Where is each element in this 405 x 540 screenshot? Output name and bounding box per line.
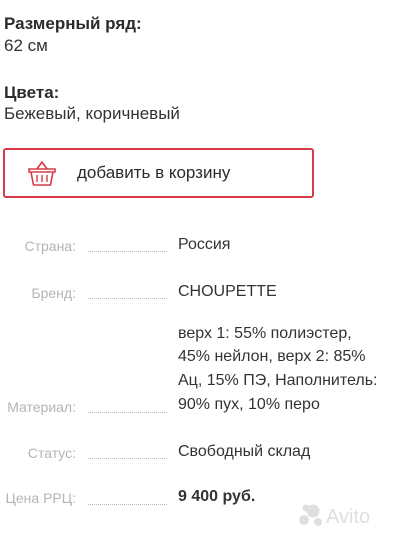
spec-dots [88,412,167,413]
spec-value-price: 9 400 руб. [178,488,256,505]
colors-label: Цвета: [4,83,60,102]
size-value: 62 см [4,36,48,55]
colors-value: Бежевый, коричневый [4,104,180,123]
spec-label-brand: Бренд: [31,285,76,301]
spec-value-country: Россия [178,236,231,253]
size-label: Размерный ряд: [4,14,142,33]
avito-watermark: Avito [299,504,370,528]
add-to-cart-button[interactable]: добавить в корзину [3,148,314,198]
spec-value-brand: CHOUPETTE [178,283,277,300]
spec-dots [88,504,167,505]
spec-dots [88,251,167,252]
spec-label-country: Страна: [24,238,76,254]
spec-dots [88,458,167,459]
spec-value-material-line-1: верх 1: 55% полиэстер, [178,325,352,342]
spec-label-material: Материал: [7,399,76,415]
spec-label-price: Цена РРЦ: [5,490,76,506]
spec-value-material-line-2: 45% нейлон, верх 2: 85% [178,348,366,365]
avito-watermark-text: Avito [326,506,370,528]
spec-value-material-line-3: Ац, 15% ПЭ, Наполнитель: [178,372,378,389]
basket-icon [28,161,56,186]
spec-label-status: Статус: [27,445,76,461]
spec-value-material-line-4: 90% пух, 10% перо [178,396,320,413]
spec-value-status: Свободный склад [178,443,311,460]
spec-dots [88,298,167,299]
add-to-cart-label: добавить в корзину [77,163,231,182]
